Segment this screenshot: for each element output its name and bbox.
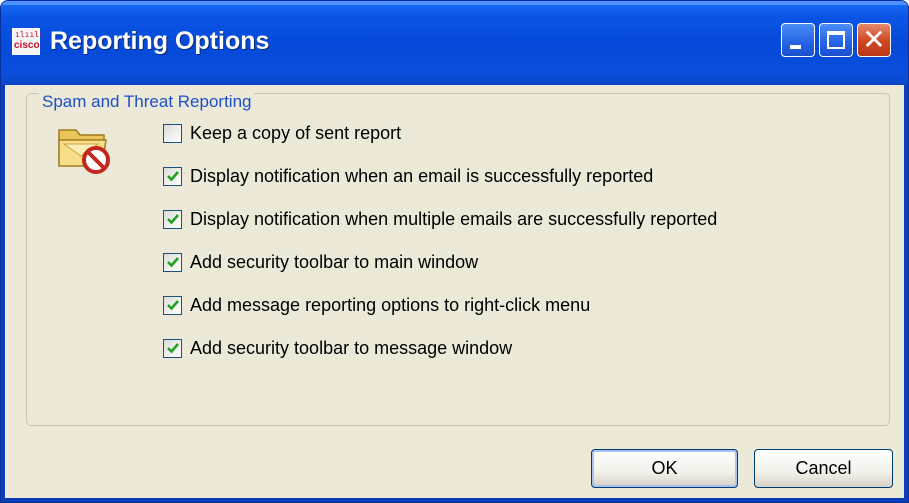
option-checkbox[interactable] — [163, 339, 182, 358]
cancel-button[interactable]: Cancel — [754, 449, 893, 488]
option-checkbox[interactable] — [163, 253, 182, 272]
option-label: Keep a copy of sent report — [190, 123, 402, 143]
folder-blocked-icon — [58, 129, 110, 174]
checkmark-icon — [167, 214, 179, 225]
option-label: Display notification when an email is su… — [190, 166, 654, 186]
option-label: Add security toolbar to main window — [190, 252, 479, 272]
option-label: Add security toolbar to message window — [190, 338, 513, 358]
dialog-body: Spam and Threat Reporting Keep a copy of… — [5, 85, 904, 498]
close-icon: ✕ — [862, 23, 886, 56]
window-title: Reporting Options — [50, 27, 270, 55]
cisco-logo-icon: ılıılı cisco — [12, 28, 44, 55]
checkmark-icon — [167, 171, 179, 182]
title-bar[interactable]: ılıılı cisco Reporting Options ✕ — [1, 1, 908, 85]
minimize-icon — [790, 45, 801, 49]
option-label: Add message reporting options to right-c… — [190, 295, 591, 315]
option-label: Display notification when multiple email… — [190, 209, 718, 229]
cisco-logo-text: cisco — [14, 40, 40, 51]
spam-threat-reporting-group: Spam and Threat Reporting Keep a copy of… — [26, 92, 890, 426]
minimize-button[interactable] — [781, 23, 815, 57]
title-bar-highlight — [1, 1, 908, 5]
checkmark-icon — [167, 300, 179, 311]
maximize-button[interactable] — [819, 23, 853, 57]
close-button[interactable]: ✕ — [857, 23, 891, 57]
dialog-window: ılıılı cisco Reporting Options ✕ Spam an… — [0, 0, 909, 503]
checkmark-icon — [167, 257, 179, 268]
cisco-logo-bars: ılıılı — [15, 30, 44, 39]
checkmark-icon — [167, 343, 179, 354]
option-checkbox[interactable] — [163, 210, 182, 229]
ok-button[interactable]: OK — [591, 449, 738, 488]
option-checkbox[interactable] — [163, 167, 182, 186]
group-title: Spam and Threat Reporting — [39, 92, 255, 112]
option-checkbox[interactable] — [163, 296, 182, 315]
maximize-icon — [827, 31, 845, 49]
option-checkbox[interactable] — [163, 124, 182, 143]
